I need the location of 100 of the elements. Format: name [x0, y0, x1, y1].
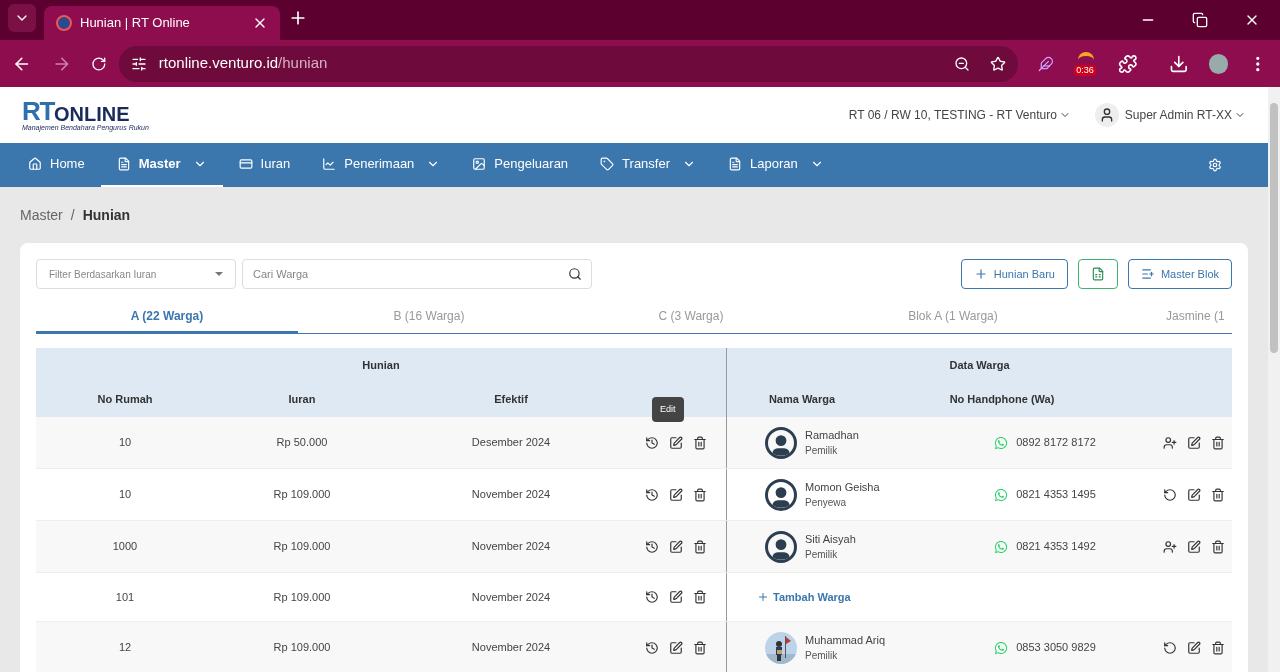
edit-icon: [669, 487, 683, 502]
trash-icon: [1211, 487, 1225, 502]
tab-title: Hunian | RT Online: [80, 14, 191, 33]
block-tab[interactable]: C (3 Warga): [560, 301, 822, 333]
table-cell-text: Desember 2024: [470, 435, 552, 451]
logo[interactable]: RTONLINE: [22, 98, 149, 124]
nav-item[interactable]: Iuran: [222, 143, 307, 187]
user-avatar: [1094, 103, 1119, 127]
nav-item[interactable]: Penerimaan: [306, 143, 457, 187]
history-icon: [645, 590, 659, 604]
whatsapp-icon: [994, 435, 1009, 450]
rotate-icon: [1163, 487, 1177, 502]
edit-icon: [1187, 539, 1201, 554]
document-icon: [116, 157, 131, 171]
bookmark-icon[interactable]: [990, 55, 1007, 72]
trash-icon: [693, 539, 707, 554]
settings-icon[interactable]: [1208, 158, 1222, 172]
breadcrumb-current: Hunian: [82, 205, 131, 225]
phone-number: 0821 4353 1492: [1016, 539, 1096, 555]
edit-icon: [1187, 487, 1201, 502]
breadcrumb-separator: /: [70, 205, 75, 225]
extension-badge: 0:36: [1074, 64, 1096, 76]
table-cell-text: Rp 109.000: [272, 640, 332, 656]
edit-icon: [669, 590, 683, 604]
trash-icon: [1211, 539, 1225, 554]
phone-number: 0821 4353 1495: [1016, 487, 1096, 503]
history-icon: [645, 435, 659, 450]
tag-icon: [600, 157, 615, 171]
phone-number: 0853 3050 9829: [1016, 640, 1096, 656]
plus-icon: [757, 591, 769, 603]
profile-avatar[interactable]: [1208, 53, 1229, 74]
whatsapp-icon: [994, 539, 1009, 554]
block-tab[interactable]: Jasmine (1: [1084, 301, 1232, 333]
column-header: No Rumah: [96, 392, 154, 408]
document-icon: [728, 157, 742, 171]
master-block-button[interactable]: Master Blok: [1127, 259, 1232, 289]
column-group-header: Hunian: [362, 357, 400, 373]
scrollbar[interactable]: [1268, 87, 1280, 672]
resident-status: Pemilik: [805, 548, 839, 563]
home-icon: [28, 157, 42, 171]
tab-list-button[interactable]: [8, 4, 36, 32]
search-field[interactable]: Cari Warga: [242, 259, 592, 289]
nav-item[interactable]: Transfer: [584, 143, 712, 187]
user-menu[interactable]: Super Admin RT-XX: [1124, 106, 1246, 124]
table-cell-text: Rp 50.000: [275, 435, 329, 451]
nav-item[interactable]: Laporan: [712, 143, 840, 187]
resident-name: Siti Aisyah: [805, 531, 856, 547]
trash-icon: [693, 435, 707, 450]
nav-item[interactable]: Master: [100, 143, 223, 187]
table-cell-text: November 2024: [470, 487, 552, 503]
export-button[interactable]: [1077, 259, 1118, 289]
nav-item[interactable]: Pengeluaran: [456, 143, 585, 187]
trash-icon: [693, 590, 707, 604]
trash-icon: [1211, 640, 1225, 655]
url-text: rtonline.venturo.id/hunian: [158, 53, 329, 74]
image-icon: [472, 157, 487, 171]
table-cell-text: Rp 109.000: [272, 487, 332, 503]
browser-tab[interactable]: Hunian | RT Online: [44, 6, 280, 40]
table-cell-text: November 2024: [470, 589, 552, 605]
block-tab[interactable]: Blok A (1 Warga): [822, 301, 1084, 333]
phone-number: 0892 8172 8172: [1016, 435, 1096, 451]
download-icon[interactable]: [1169, 53, 1189, 74]
feather-icon[interactable]: [1038, 55, 1055, 72]
resident-status: Penyewa: [805, 496, 848, 511]
resident-name: Momon Geisha: [805, 479, 880, 495]
nav-item[interactable]: Home: [12, 143, 101, 187]
resident-name: Ramadhan: [805, 427, 859, 443]
block-tab[interactable]: B (16 Warga): [298, 301, 560, 333]
whatsapp-icon: [994, 640, 1009, 655]
edit-icon: [669, 640, 683, 655]
history-icon: [645, 640, 659, 655]
column-header: Nama Warga: [767, 392, 837, 408]
column-group-header: Data Warga: [949, 357, 1010, 373]
whatsapp-icon: [994, 487, 1009, 502]
block-tab[interactable]: A (22 Warga): [36, 301, 298, 333]
location-selector[interactable]: RT 06 / RW 10, TESTING - RT Venturo: [848, 106, 1071, 124]
extensions-icon[interactable]: [1117, 53, 1138, 74]
column-header: Efektif: [493, 392, 529, 408]
history-icon: [645, 487, 659, 502]
caret-icon: [215, 272, 223, 276]
table-cell-text: 10: [117, 435, 133, 451]
restore-icon[interactable]: [1192, 12, 1208, 28]
site-settings-icon: [130, 55, 147, 72]
add-resident-link[interactable]: Tambah Warga: [757, 588, 851, 606]
filter-dropdown[interactable]: Filter Berdasarkan Iuran: [36, 259, 236, 289]
rotate-icon: [1163, 640, 1177, 655]
list-add-icon: [1140, 267, 1155, 281]
breadcrumb-link[interactable]: Master: [20, 204, 63, 226]
table-cell-text: Rp 109.000: [272, 589, 332, 605]
new-dwelling-button[interactable]: Hunian Baru: [960, 259, 1068, 289]
zoom-icon[interactable]: [954, 55, 971, 72]
add-user-icon: [1163, 539, 1177, 554]
table-cell-text: 101: [114, 589, 136, 605]
table-cell-text: 10: [117, 487, 133, 503]
history-icon: [645, 539, 659, 554]
address-bar[interactable]: rtonline.venturo.id/hunian: [118, 45, 1019, 82]
table-cell-text: November 2024: [470, 640, 552, 656]
site-icon: [56, 15, 72, 31]
reload-icon[interactable]: [91, 55, 107, 72]
resident-status: Pemilik: [805, 444, 839, 459]
